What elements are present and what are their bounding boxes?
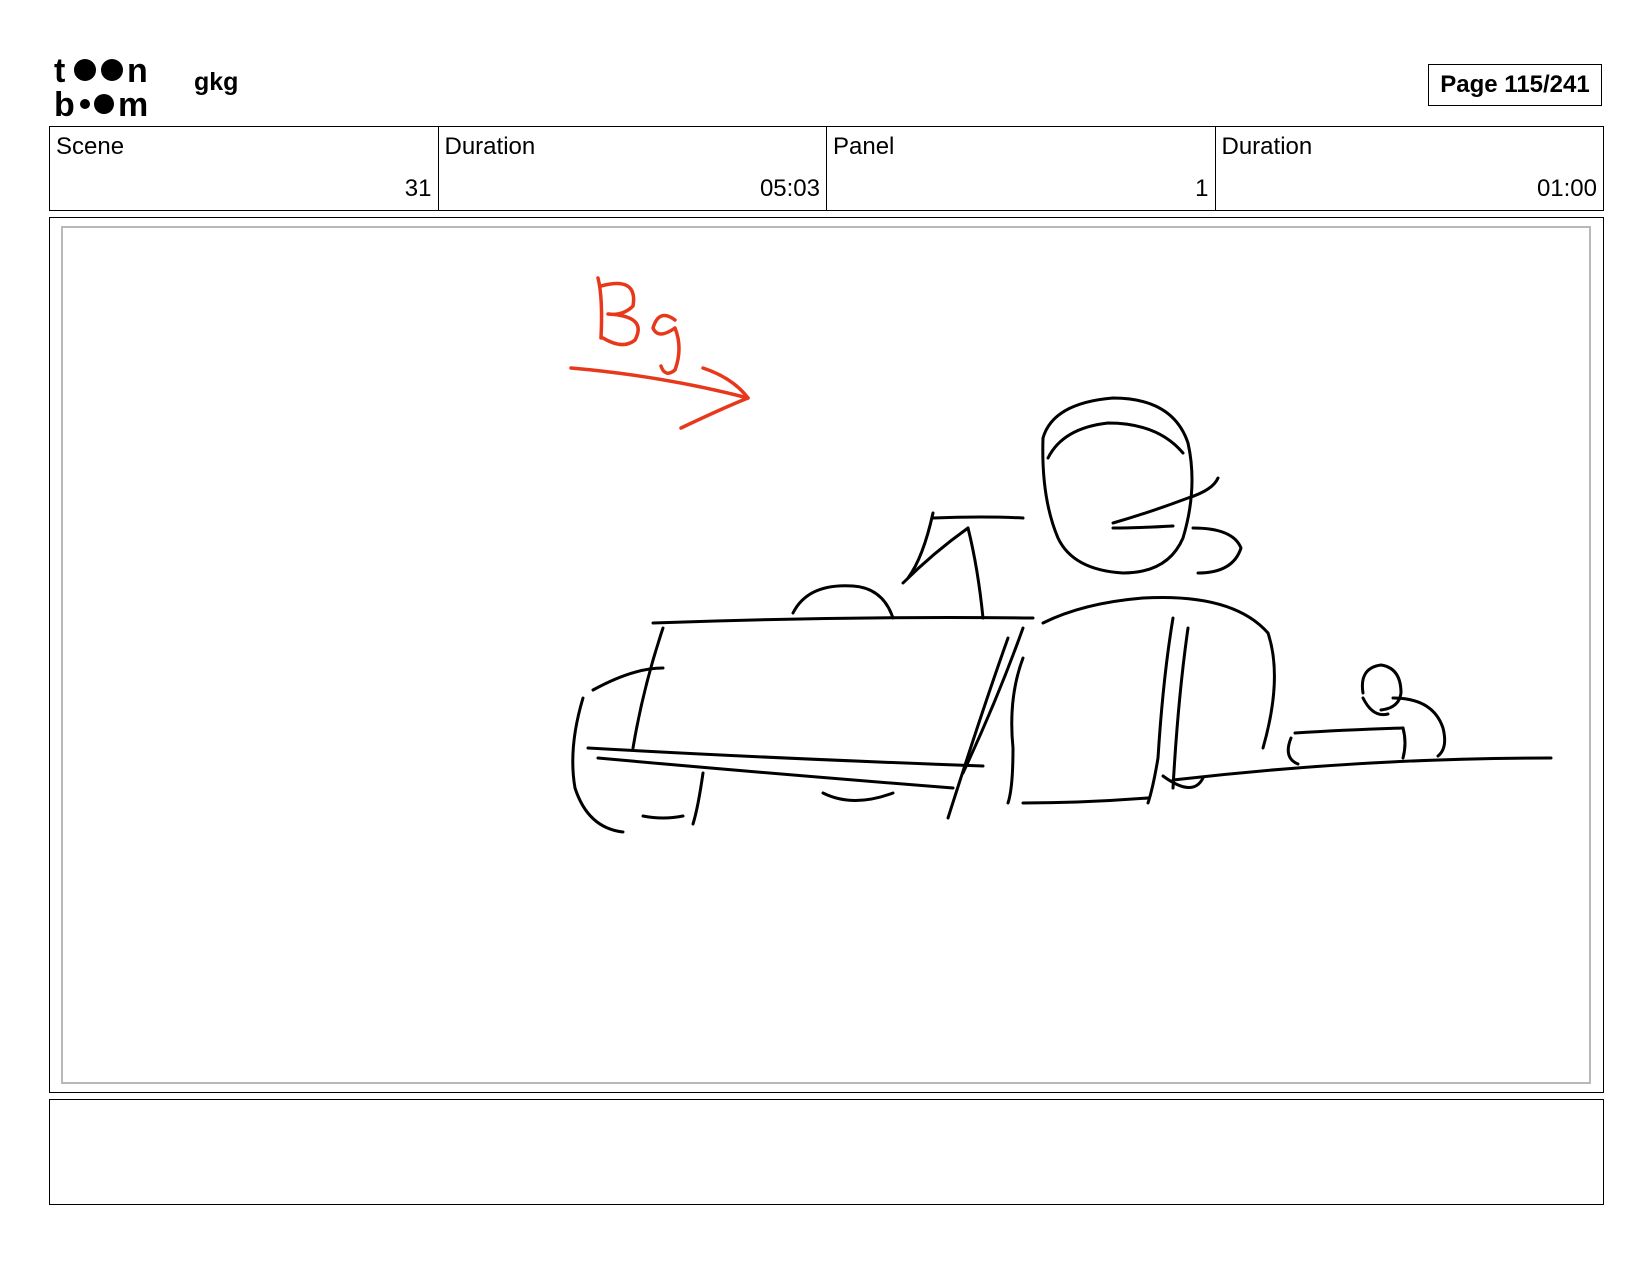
panel-safe-area bbox=[61, 226, 1591, 1084]
page-indicator: Page 115/241 bbox=[1428, 64, 1602, 106]
scene-label: Scene bbox=[56, 133, 125, 160]
scene-duration-value: 05:03 bbox=[759, 175, 820, 203]
panel-value: 1 bbox=[1195, 175, 1209, 203]
panel-notes bbox=[49, 1099, 1604, 1205]
svg-text:n: n bbox=[127, 52, 148, 90]
panel-sketch bbox=[569, 276, 1553, 834]
svg-text:t: t bbox=[54, 52, 65, 90]
svg-text:b: b bbox=[54, 86, 75, 120]
scene-duration-cell: Duration 05:03 bbox=[439, 127, 827, 210]
storyboard-panel bbox=[49, 217, 1604, 1093]
scene-value: 31 bbox=[404, 175, 432, 203]
panel-duration-cell: Duration 01:00 bbox=[1216, 127, 1604, 210]
toon-boom-logo: t n b m bbox=[54, 52, 148, 120]
project-name: gkg bbox=[194, 68, 239, 96]
character-sketch bbox=[571, 396, 1553, 834]
panel-label: Panel bbox=[833, 133, 895, 160]
panel-duration-value: 01:00 bbox=[1536, 175, 1597, 203]
panel-cell: Panel 1 bbox=[827, 127, 1216, 210]
panel-info-table: Scene 31 Duration 05:03 Panel 1 Duration… bbox=[49, 126, 1604, 211]
svg-text:m: m bbox=[118, 86, 148, 120]
panel-duration-label: Duration bbox=[1221, 133, 1313, 160]
scene-duration-label: Duration bbox=[444, 133, 536, 160]
scene-cell: Scene 31 bbox=[50, 127, 439, 210]
bg-annotation bbox=[569, 276, 750, 430]
